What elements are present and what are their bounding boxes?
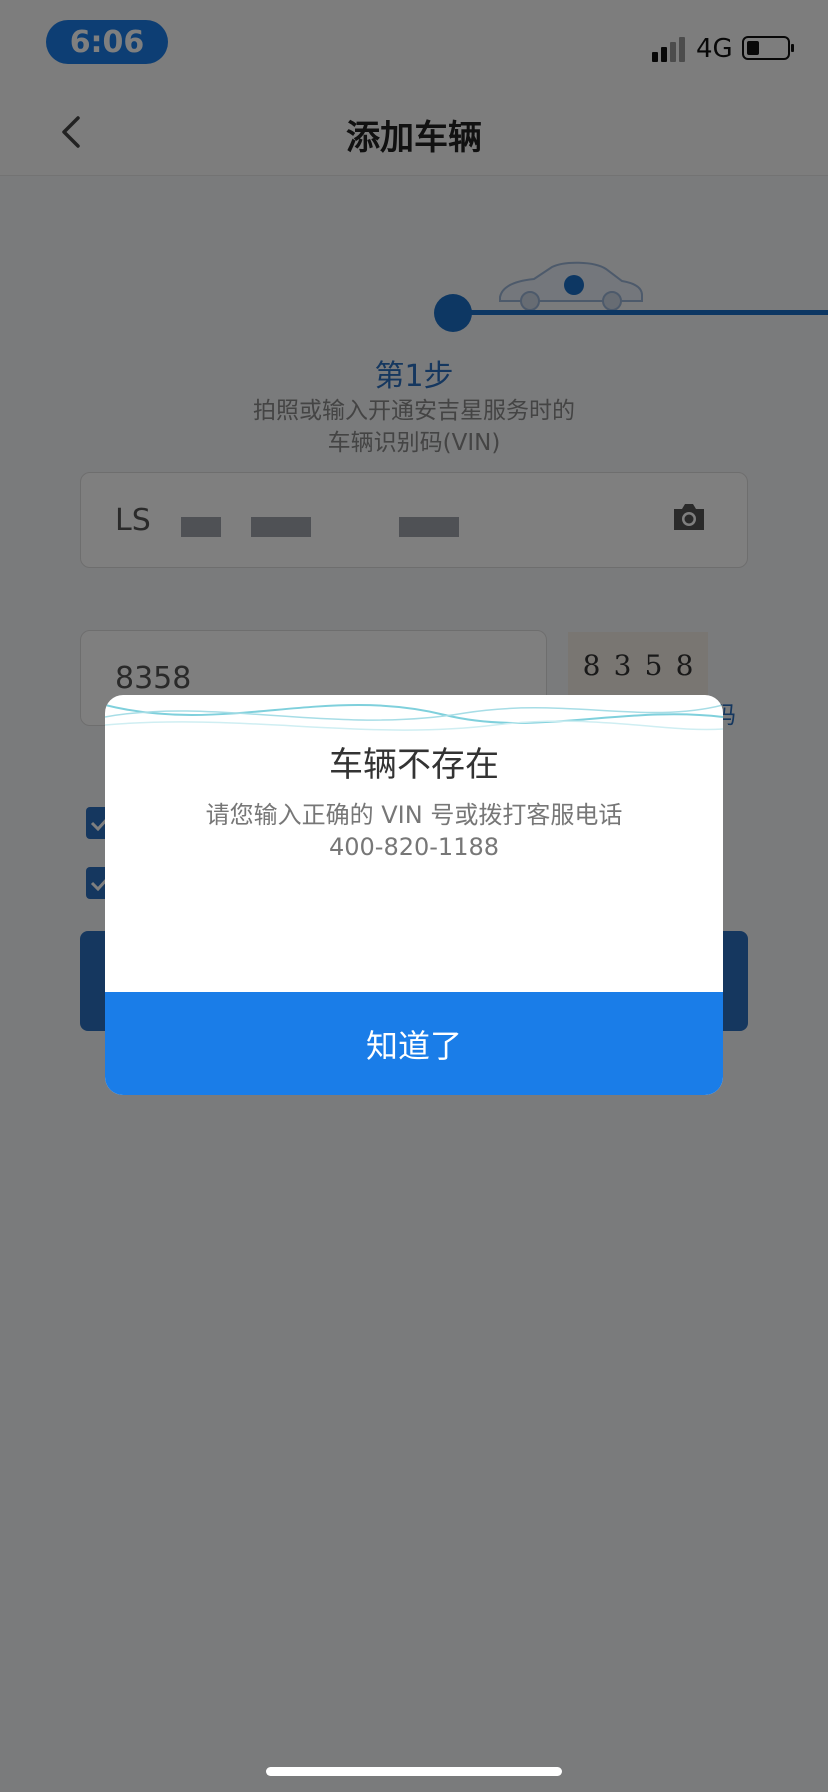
- dialog-message: 请您输入正确的 VIN 号或拨打客服电话 400-820-1188: [105, 799, 723, 863]
- dialog-message-phone: 400-820-1188: [328, 833, 499, 861]
- error-dialog: 车辆不存在 请您输入正确的 VIN 号或拨打客服电话 400-820-1188 …: [105, 695, 723, 1095]
- home-indicator[interactable]: [266, 1767, 562, 1776]
- dialog-message-line1: 请您输入正确的 VIN 号或拨打客服电话: [205, 801, 623, 829]
- dialog-title: 车辆不存在: [329, 745, 499, 785]
- acknowledge-button[interactable]: 知道了: [105, 992, 723, 1095]
